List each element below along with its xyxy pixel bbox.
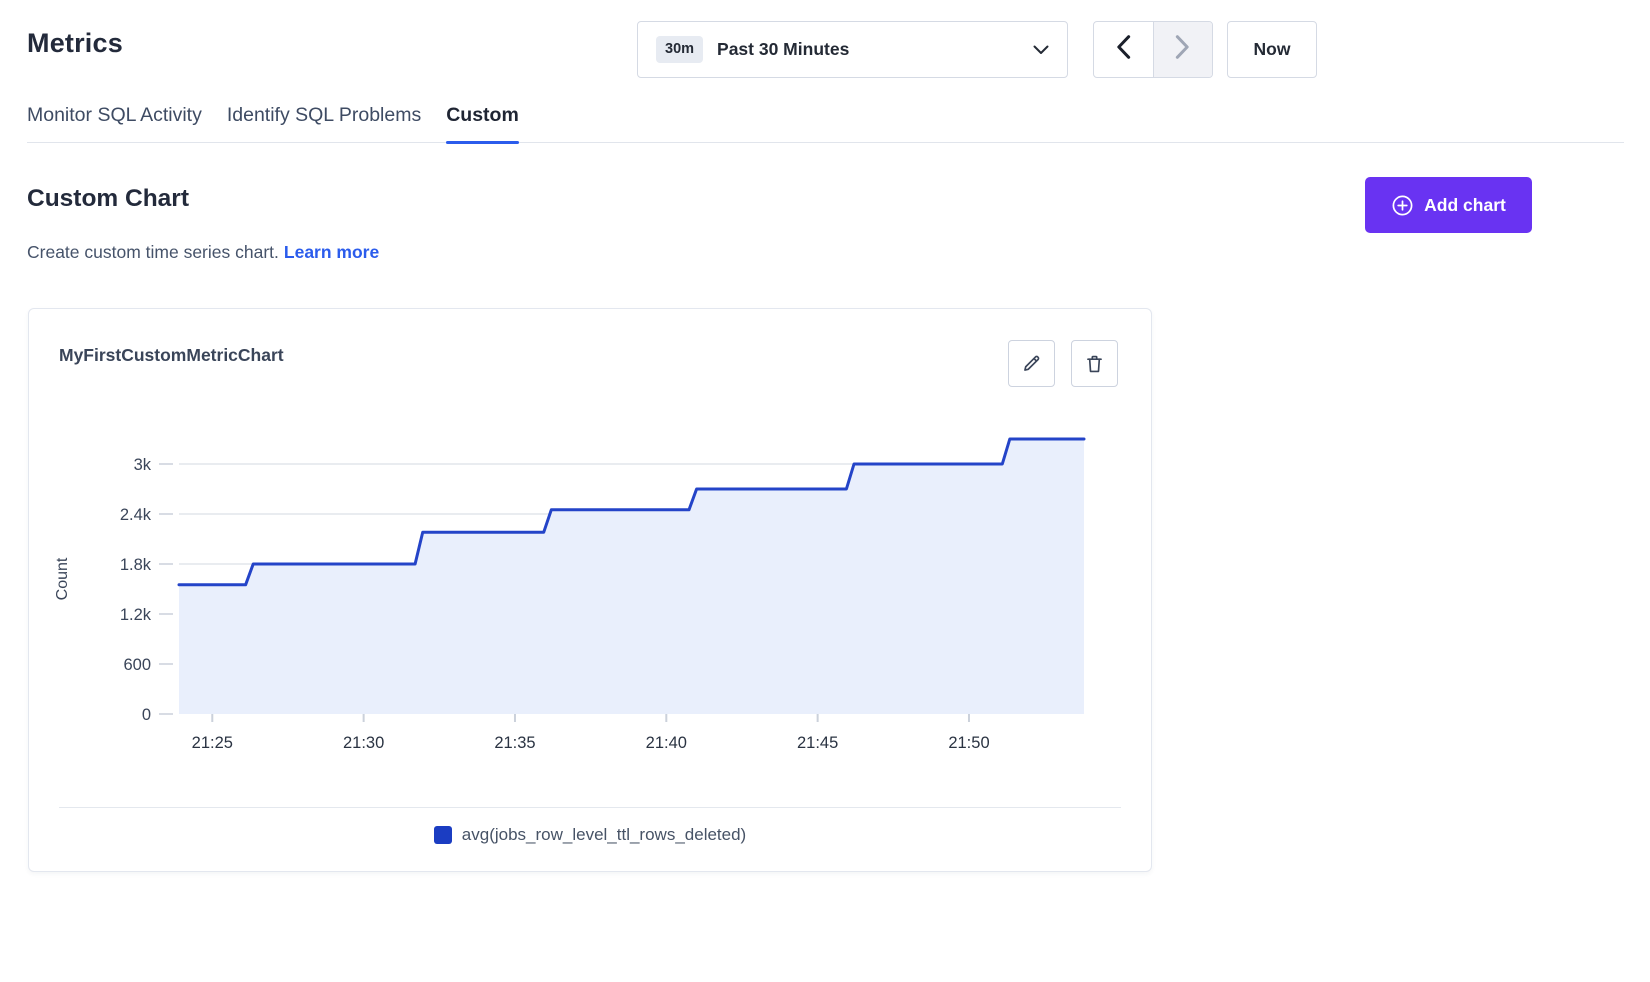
svg-text:21:25: 21:25 <box>192 734 233 752</box>
chart-legend: avg(jobs_row_level_ttl_rows_deleted) <box>29 825 1151 845</box>
svg-text:1.2k: 1.2k <box>120 606 152 624</box>
now-button[interactable]: Now <box>1227 21 1317 78</box>
time-window-select[interactable]: 30m Past 30 Minutes <box>637 21 1068 78</box>
chart-title: MyFirstCustomMetricChart <box>59 345 284 366</box>
chevron-right-icon <box>1175 34 1190 65</box>
svg-text:1.8k: 1.8k <box>120 556 152 574</box>
learn-more-link[interactable]: Learn more <box>284 242 379 262</box>
time-window-label: Past 30 Minutes <box>717 39 849 60</box>
svg-text:600: 600 <box>123 656 151 674</box>
legend-swatch <box>434 826 452 844</box>
page-title: Metrics <box>27 28 123 59</box>
trash-icon <box>1084 353 1105 375</box>
svg-text:21:50: 21:50 <box>948 734 989 752</box>
svg-text:Count: Count <box>54 557 71 600</box>
section-title: Custom Chart <box>27 185 189 213</box>
svg-text:0: 0 <box>142 706 151 724</box>
tab-monitor-sql-activity[interactable]: Monitor SQL Activity <box>27 104 202 142</box>
add-chart-label: Add chart <box>1424 195 1506 216</box>
chevron-down-icon <box>1033 45 1049 55</box>
tab-identify-sql-problems[interactable]: Identify SQL Problems <box>227 104 421 142</box>
delete-chart-button[interactable] <box>1071 340 1118 387</box>
next-time-button[interactable] <box>1153 22 1213 77</box>
section-description: Create custom time series chart.Learn mo… <box>27 242 379 263</box>
time-window-badge: 30m <box>656 36 703 63</box>
plus-circle-icon <box>1391 194 1414 217</box>
chart-card-actions <box>1008 340 1118 387</box>
legend-label: avg(jobs_row_level_ttl_rows_deleted) <box>462 825 746 845</box>
time-nav-group <box>1093 21 1213 78</box>
prev-time-button[interactable] <box>1094 22 1153 77</box>
add-chart-button[interactable]: Add chart <box>1365 177 1532 233</box>
chevron-left-icon <box>1116 34 1131 65</box>
svg-text:21:45: 21:45 <box>797 734 838 752</box>
svg-text:21:35: 21:35 <box>494 734 535 752</box>
tabs-bar: Monitor SQL Activity Identify SQL Proble… <box>27 104 1624 143</box>
custom-metric-chart: 0 600 1.2k 1.8k 2.4k 3k 21:25 21:30 21:35 21:40 21… <box>29 409 1153 769</box>
tab-custom[interactable]: Custom <box>446 104 519 142</box>
metrics-page: Metrics 30m Past 30 Minutes Now Monitor … <box>0 0 1650 982</box>
svg-text:3k: 3k <box>134 456 152 474</box>
card-divider <box>59 807 1121 808</box>
pencil-icon <box>1021 353 1042 374</box>
svg-text:21:30: 21:30 <box>343 734 384 752</box>
edit-chart-button[interactable] <box>1008 340 1055 387</box>
description-text: Create custom time series chart. <box>27 242 279 262</box>
chart-card: MyFirstCustomMetricChart 0 600 1.2k 1.8k 2.4… <box>28 308 1152 872</box>
svg-text:2.4k: 2.4k <box>120 506 152 524</box>
svg-text:21:40: 21:40 <box>646 734 687 752</box>
